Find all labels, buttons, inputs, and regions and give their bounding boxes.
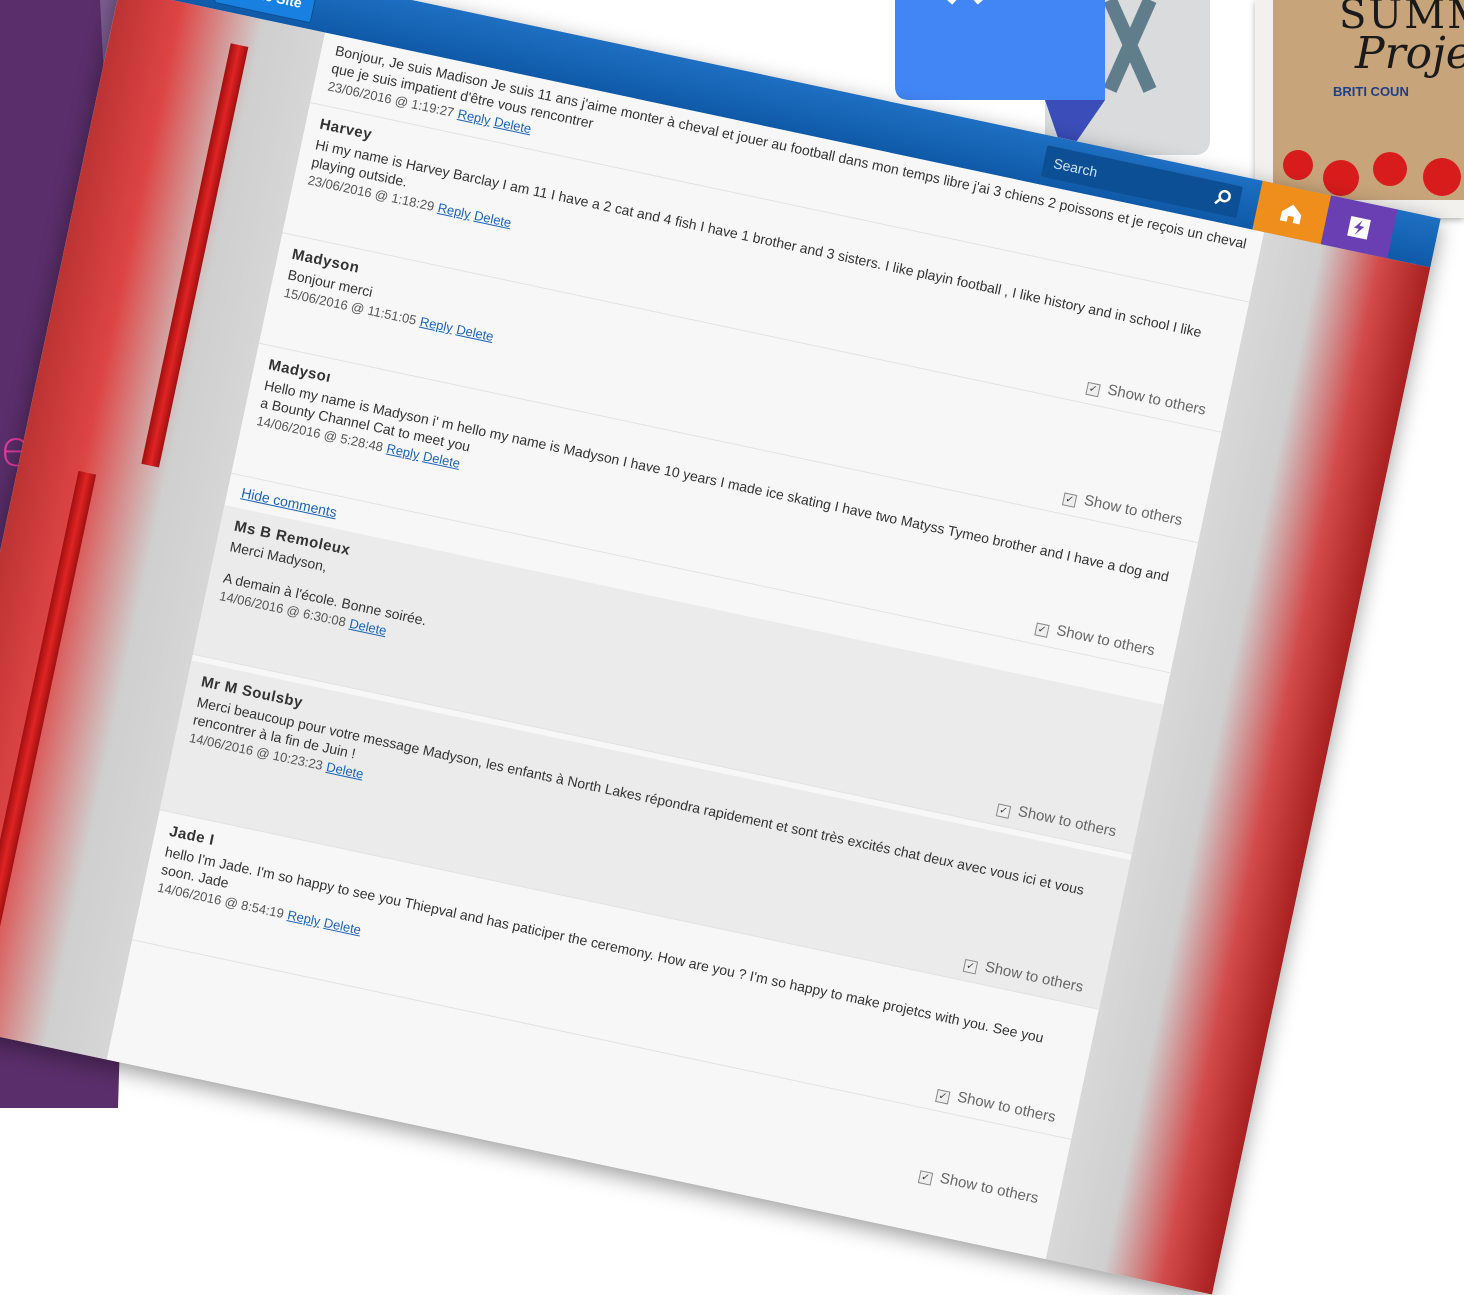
poppy-decoration (1373, 152, 1407, 186)
show-to-others-toggle[interactable]: ✓ Show to others (917, 1165, 1040, 1208)
red-pencil-decoration (0, 470, 97, 945)
red-pencil-decoration (141, 43, 249, 468)
checkbox-icon[interactable]: ✓ (934, 1089, 951, 1105)
poppy-decoration (1283, 150, 1313, 180)
checkbox-icon[interactable]: ✓ (1034, 622, 1050, 638)
checkbox-icon[interactable]: ✓ (1061, 492, 1078, 508)
checkbox-icon[interactable]: ✓ (995, 803, 1012, 819)
poppy-decoration (1423, 158, 1461, 196)
poppy-decoration (1323, 160, 1359, 196)
checkbox-icon[interactable]: ✓ (962, 958, 979, 975)
poster-logo-text: BRITI COUN (1333, 84, 1409, 99)
show-to-others-label: Show to others (938, 1169, 1040, 1208)
search-icon[interactable] (1213, 187, 1234, 208)
checkbox-icon[interactable]: ✓ (1085, 381, 1101, 398)
show-to-others-label: Show to others (1016, 802, 1118, 841)
poster-subtitle: Projec (1355, 28, 1464, 79)
search-placeholder: Search (1052, 155, 1099, 180)
website-screenshot: are Create Site Search Bonjour, Je suis … (0, 0, 1441, 1295)
checkbox-icon[interactable]: ✓ (917, 1170, 934, 1186)
